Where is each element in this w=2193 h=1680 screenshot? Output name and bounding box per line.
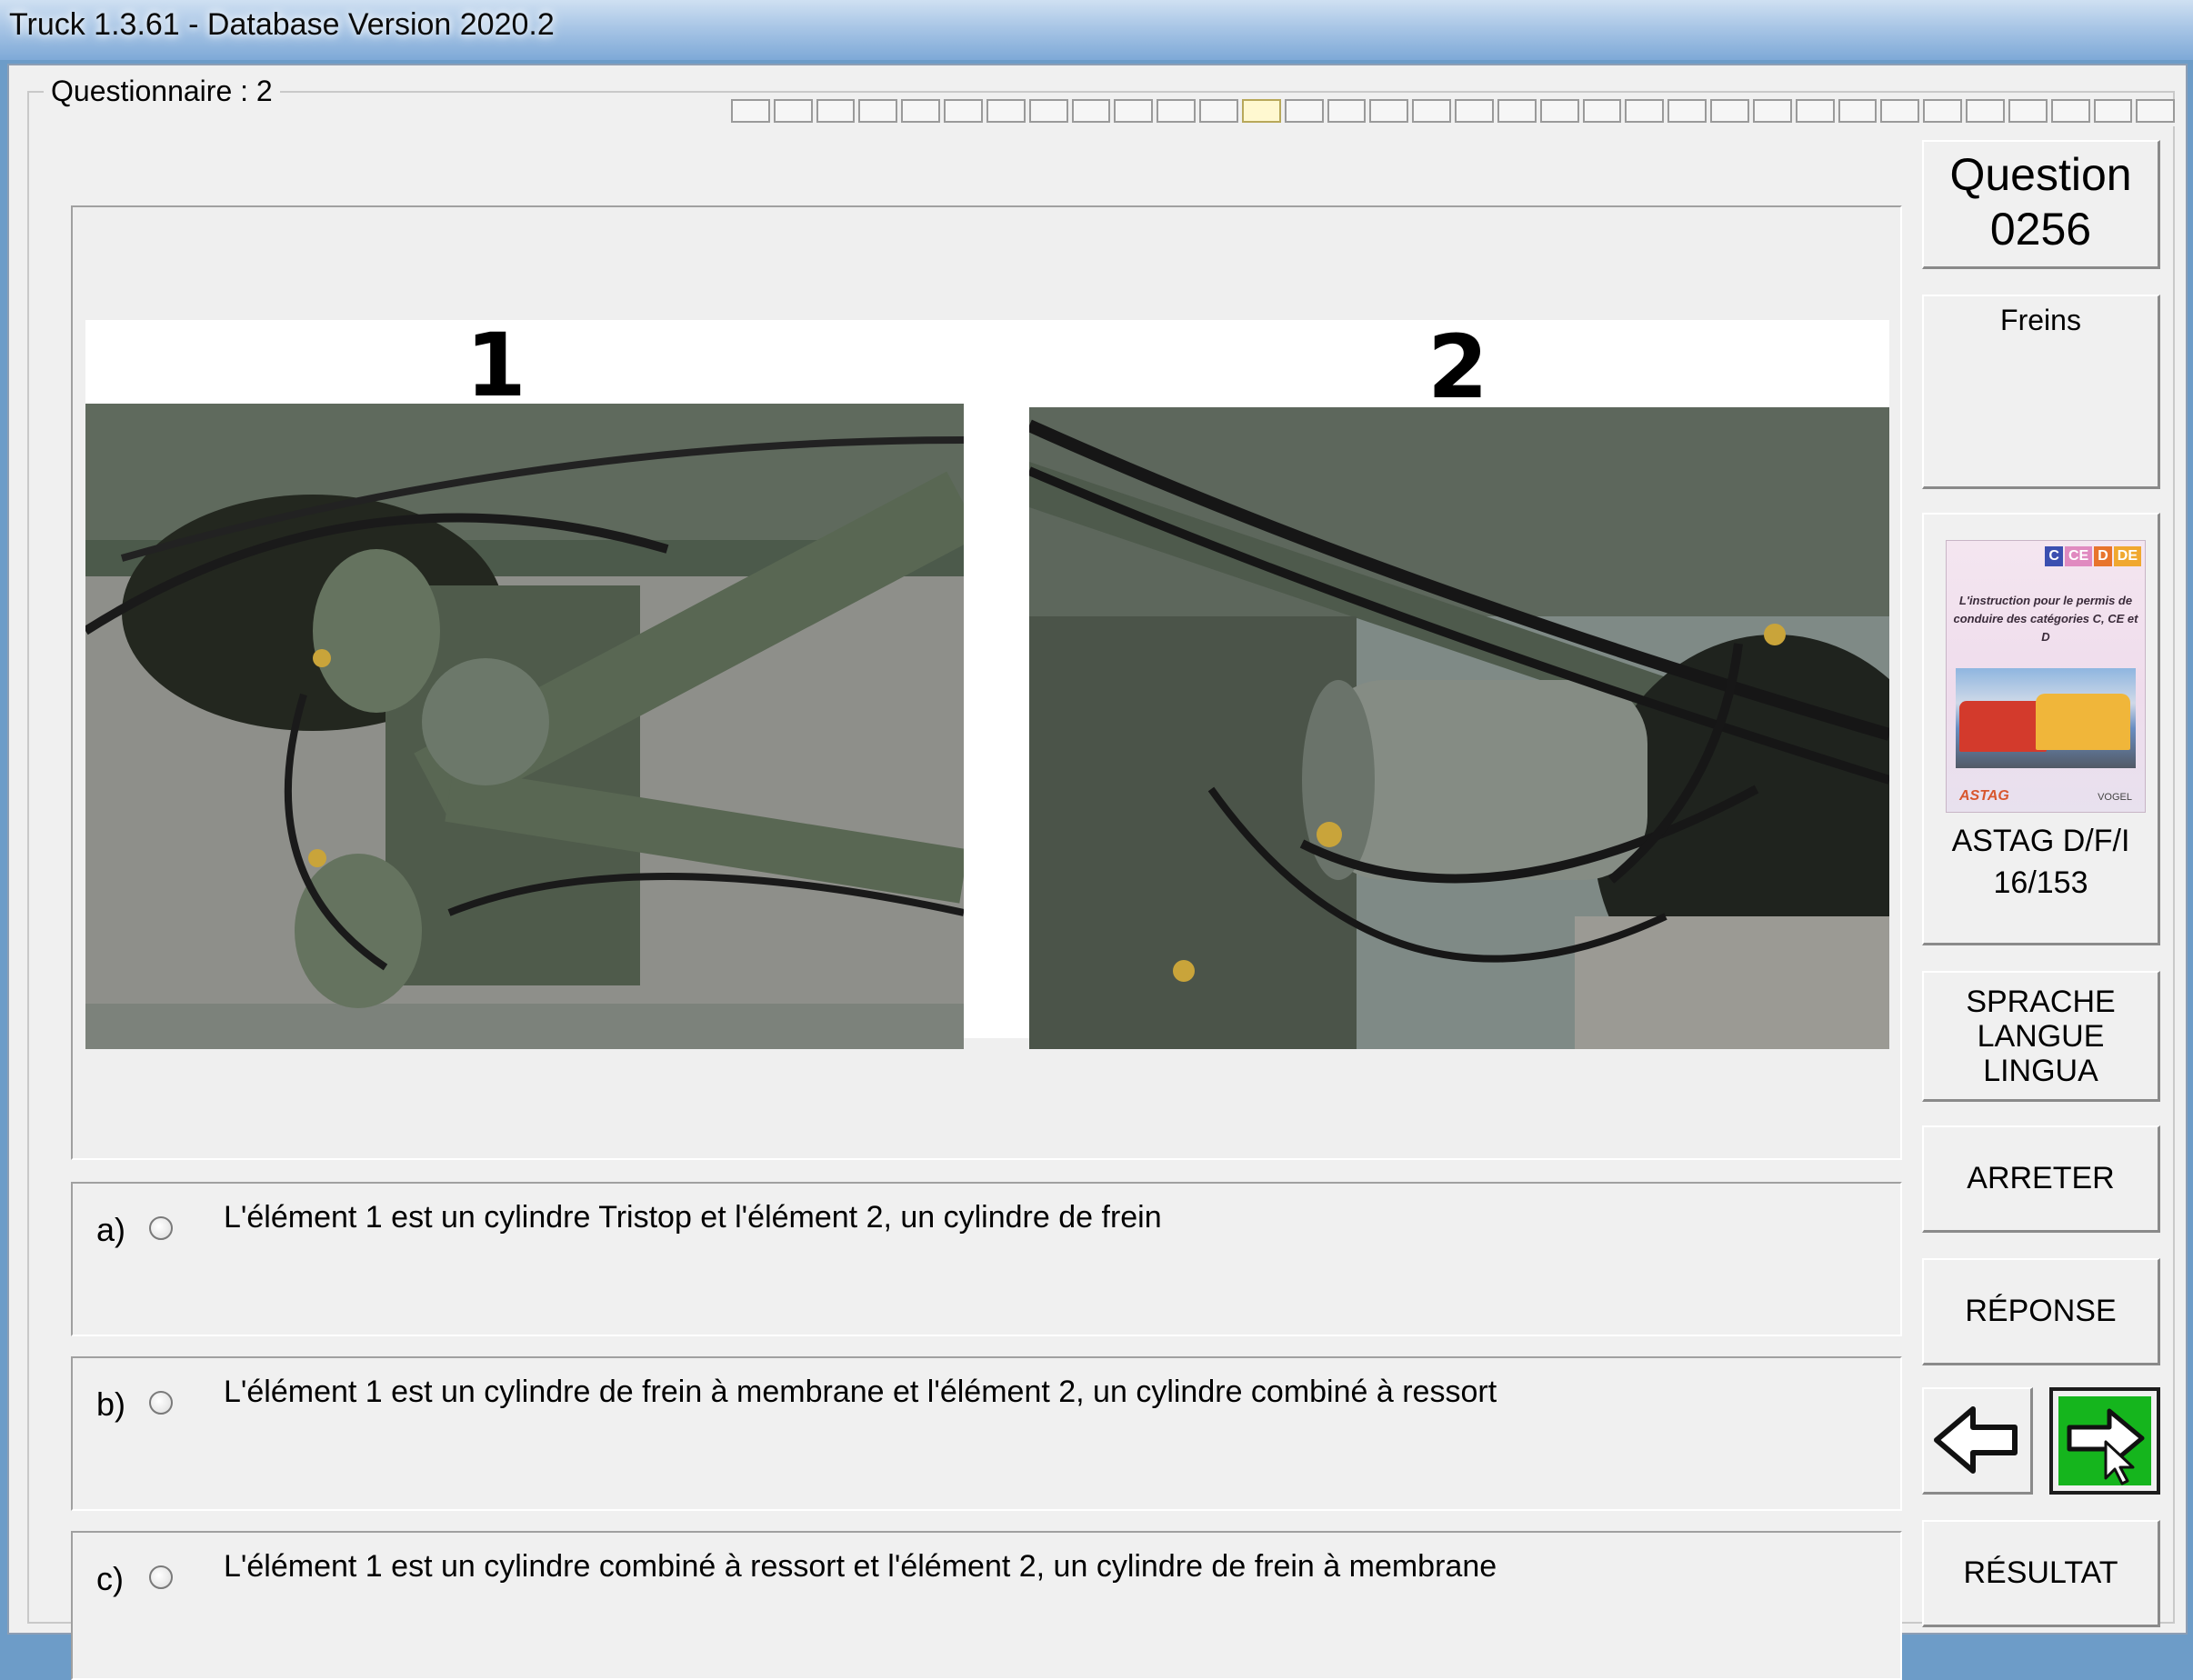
progress-segment [944, 99, 983, 123]
book-logo-right: VOGEL [2098, 792, 2132, 803]
progress-segment [1752, 99, 1792, 123]
answer-radio-b[interactable] [149, 1391, 173, 1415]
answer-option-b[interactable]: b) L'élément 1 est un cylindre de frein … [71, 1356, 1902, 1511]
reference-book-box: C CE D DE L'instruction pour le permis d… [1922, 513, 2160, 945]
book-cat-c: C [2045, 546, 2063, 566]
question-number: 0256 [1989, 204, 2092, 255]
answer-text-c: L'élément 1 est un cylindre combiné à re… [224, 1549, 1497, 1584]
progress-segment [1667, 99, 1707, 123]
answer-option-c[interactable]: c) L'élément 1 est un cylindre combiné à… [71, 1531, 1902, 1680]
progress-segment [1284, 99, 1324, 123]
book-reference: ASTAG D/F/I 16/153 [1924, 820, 2158, 904]
image-label-1: 1 [466, 315, 526, 416]
language-line-fr: LANGUE [1977, 1018, 2105, 1054]
stop-button[interactable]: ARRETER [1922, 1125, 2160, 1233]
photo-1-brake-chamber [85, 404, 964, 1049]
progress-segment [1582, 99, 1622, 123]
photo-2-spring-brake-cylinder [1029, 407, 1889, 1049]
progress-segment [901, 99, 941, 123]
progress-segment [1923, 99, 1963, 123]
progress-segment [2136, 99, 2176, 123]
progress-segment [816, 99, 856, 123]
image-label-2: 2 [1427, 316, 1488, 418]
main-window: Questionnaire : 2 1 2 a) L'élément 1 est… [7, 64, 2188, 1680]
next-question-button[interactable] [2049, 1387, 2160, 1495]
book-truck [1959, 701, 2047, 752]
progress-segment [986, 99, 1026, 123]
progress-segment [1114, 99, 1154, 123]
answer-letter-b: b) [96, 1385, 126, 1423]
progress-segment [1625, 99, 1665, 123]
language-line-de: SPRACHE [1966, 984, 2116, 1019]
category-label: Freins [2000, 304, 2081, 336]
answer-letter-c: c) [96, 1560, 124, 1597]
question-number-box: Question 0256 [1922, 140, 2160, 269]
language-button[interactable]: SPRACHE LANGUE LINGUA [1922, 971, 2160, 1102]
book-bus [2036, 694, 2130, 750]
result-button-label: RÉSULTAT [1963, 1555, 2118, 1590]
progress-segment [1455, 99, 1494, 123]
progress-segment [858, 99, 898, 123]
answer-text-b: L'élément 1 est un cylindre de frein à m… [224, 1375, 1497, 1409]
book-categories: C CE D DE [2045, 546, 2141, 566]
answer-letter-a: a) [96, 1211, 126, 1248]
progress-segment [1838, 99, 1878, 123]
question-image-panel: 1 2 [71, 205, 1902, 1160]
book-title: L'instruction pour le permis de conduire… [1953, 594, 2138, 644]
progress-segment [1710, 99, 1749, 123]
next-button-face [2058, 1396, 2151, 1485]
question-progress-bar [731, 99, 2178, 126]
progress-segment [2008, 99, 2048, 123]
progress-segment [731, 99, 770, 123]
answer-radio-a[interactable] [149, 1216, 173, 1240]
arrow-left-icon [1934, 1406, 2018, 1474]
progress-segment [1412, 99, 1452, 123]
book-cover: C CE D DE L'instruction pour le permis d… [1946, 540, 2146, 813]
book-cat-d: D [2094, 546, 2112, 566]
title-bar: Truck 1.3.61 - Database Version 2020.2 [0, 0, 2193, 60]
result-button[interactable]: RÉSULTAT [1922, 1520, 2160, 1627]
answer-option-a[interactable]: a) L'élément 1 est un cylindre Tristop e… [71, 1182, 1902, 1336]
progress-segment [1199, 99, 1238, 123]
progress-segment [1241, 99, 1281, 123]
progress-segment [1497, 99, 1537, 123]
book-page: 16/153 [1993, 865, 2088, 900]
progress-segment [1966, 99, 2005, 123]
question-image: 1 2 [85, 315, 1889, 1049]
stop-button-label: ARRETER [1967, 1161, 2115, 1195]
progress-segment [1157, 99, 1197, 123]
progress-segment [1539, 99, 1579, 123]
language-line-it: LINGUA [1983, 1053, 2098, 1088]
questionnaire-groupbox: Questionnaire : 2 1 2 a) L'élément 1 est… [27, 75, 2178, 1680]
show-answer-button[interactable]: RÉPONSE [1922, 1258, 2160, 1365]
progress-segment [1028, 99, 1068, 123]
questionnaire-label: Questionnaire : 2 [44, 75, 280, 108]
progress-segment [773, 99, 813, 123]
arrow-right-icon [2067, 1408, 2145, 1485]
book-cat-ce: CE [2064, 546, 2093, 566]
progress-segment [2093, 99, 2133, 123]
show-answer-label: RÉPONSE [1965, 1294, 2117, 1328]
progress-segment [2050, 99, 2090, 123]
window-title: Truck 1.3.61 - Database Version 2020.2 [9, 7, 555, 42]
book-cat-de: DE [2113, 546, 2141, 566]
question-label: Question [1949, 149, 2132, 200]
progress-segment [1369, 99, 1409, 123]
book-logo-left: ASTAG [1959, 788, 2009, 804]
progress-segment [1795, 99, 1835, 123]
progress-segment [1327, 99, 1367, 123]
category-box: Freins [1922, 295, 2160, 489]
book-source: ASTAG D/F/I [1951, 824, 2130, 858]
answer-radio-c[interactable] [149, 1565, 173, 1589]
progress-segment [1071, 99, 1111, 123]
progress-segment [1880, 99, 1920, 123]
answer-text-a: L'élément 1 est un cylindre Tristop et l… [224, 1200, 1162, 1235]
previous-question-button[interactable] [1922, 1387, 2033, 1495]
